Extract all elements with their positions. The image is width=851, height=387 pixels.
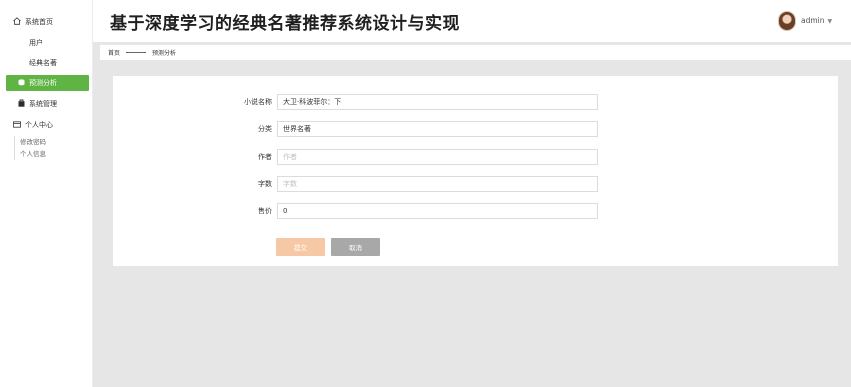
- word-count-label: 字数: [258, 180, 272, 188]
- submenu-personal-info[interactable]: 个人信息: [20, 148, 46, 160]
- sidebar-item-prediction[interactable]: 预测分析: [6, 75, 89, 91]
- category-input[interactable]: [277, 121, 598, 137]
- cancel-button[interactable]: 取消: [331, 238, 380, 256]
- form-row-category: 分类: [113, 121, 838, 137]
- novel-name-input[interactable]: [277, 94, 598, 110]
- profile-submenu: 修改密码 个人信息: [14, 136, 46, 160]
- submenu-change-password[interactable]: 修改密码: [20, 136, 46, 148]
- grid-icon: [18, 40, 25, 47]
- page-title: 基于深度学习的经典名著推荐系统设计与实现: [110, 14, 460, 34]
- sidebar-item-classics[interactable]: 经典名著: [18, 55, 57, 71]
- card-icon: [13, 120, 21, 130]
- home-icon: [13, 17, 21, 27]
- sidebar-item-label: 经典名著: [29, 59, 57, 67]
- sidebar-item-users[interactable]: 用户: [18, 35, 43, 51]
- sidebar: 系统首页 用户 经典名著 预测分析 系统管理 个人中心 修改密码 个人信息: [0, 0, 93, 387]
- breadcrumb-home[interactable]: 首页: [108, 48, 120, 57]
- prediction-form: 小说名称 分类 作者 字数 售价 提交 取消: [113, 76, 838, 266]
- author-input[interactable]: [277, 149, 598, 165]
- author-label: 作者: [258, 153, 272, 161]
- sidebar-item-label: 系统首页: [25, 18, 53, 26]
- sidebar-item-system[interactable]: 系统管理: [18, 96, 57, 112]
- form-row-title: 小说名称: [113, 94, 838, 110]
- user-menu[interactable]: admin ▼: [801, 16, 832, 25]
- bag-icon: [18, 99, 25, 109]
- avatar[interactable]: [778, 11, 796, 31]
- username: admin: [801, 16, 825, 25]
- sidebar-item-home[interactable]: 系统首页: [13, 14, 53, 30]
- word-count-input[interactable]: [277, 176, 598, 192]
- sidebar-item-label: 用户: [29, 39, 43, 47]
- breadcrumb-separator: [126, 52, 147, 53]
- sidebar-item-label: 个人中心: [25, 121, 53, 129]
- grid-icon: [18, 60, 25, 67]
- breadcrumb-current: 预测分析: [152, 50, 177, 57]
- category-label: 分类: [258, 125, 272, 133]
- sidebar-item-label: 预测分析: [29, 79, 57, 87]
- sidebar-item-profile[interactable]: 个人中心: [13, 117, 53, 133]
- form-row-word-count: 字数: [113, 176, 838, 192]
- form-row-price: 售价: [113, 203, 838, 219]
- form-row-author: 作者: [113, 149, 838, 165]
- submit-button[interactable]: 提交: [276, 238, 325, 256]
- novel-name-label: 小说名称: [244, 98, 272, 106]
- top-header: 基于深度学习的经典名著推荐系统设计与实现 admin ▼: [93, 0, 851, 42]
- breadcrumb: 首页 预测分析: [100, 45, 851, 60]
- caret-down-icon: ▼: [827, 18, 833, 25]
- price-input[interactable]: [277, 203, 598, 219]
- database-icon: [18, 78, 25, 88]
- sidebar-item-label: 系统管理: [29, 100, 57, 108]
- price-label: 售价: [258, 207, 272, 215]
